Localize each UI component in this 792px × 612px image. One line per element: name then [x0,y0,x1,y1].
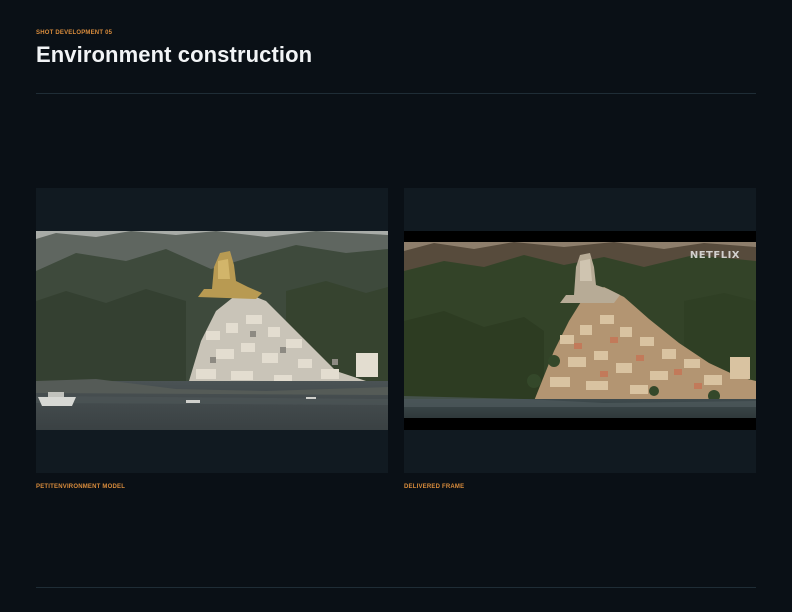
delivered-caption: DELIVERED FRAME [404,484,465,490]
shot-eyebrow: SHOT DEVELOPMENT 05 [36,30,113,36]
model-panel [36,188,388,473]
netflix-watermark: NETFLIX [689,250,740,261]
delivered-image[interactable]: NETFLIX [404,231,756,430]
delivered-panel: NETFLIX [404,188,756,473]
model-caption: PETITENVIRONMENT MODEL [36,484,126,490]
bottom-divider [36,587,756,588]
top-divider [36,93,756,94]
page-title: Environment construction [36,42,313,67]
model-image[interactable] [36,231,388,430]
